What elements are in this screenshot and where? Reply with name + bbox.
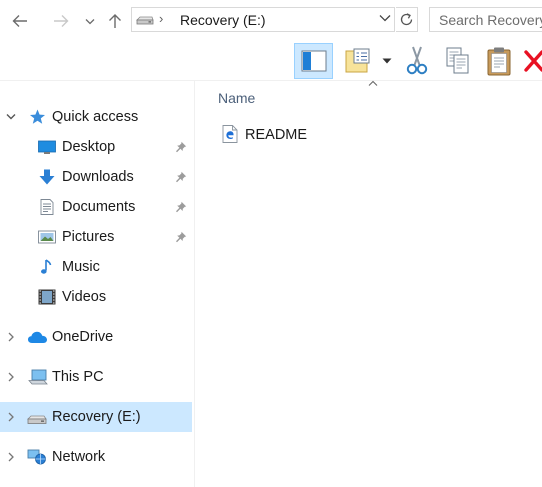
refresh-icon	[400, 13, 413, 26]
chevron-right-icon[interactable]	[5, 370, 17, 384]
copy-icon	[446, 47, 469, 74]
pin-icon[interactable]	[175, 231, 187, 243]
address-bar[interactable]: › Recovery (E:)	[131, 7, 395, 32]
drive-icon	[136, 16, 154, 25]
nav-item-label: Quick access	[52, 109, 139, 125]
sort-ascending-icon	[368, 80, 378, 86]
chevron-expanded-icon[interactable]	[5, 110, 17, 124]
nav-item-this-pc[interactable]: This PC	[0, 362, 192, 392]
download-arrow-icon	[39, 169, 55, 185]
nav-item-label: Videos	[62, 289, 107, 305]
nav-item-label: Downloads	[62, 169, 134, 185]
file-item[interactable]: README	[218, 120, 418, 150]
copy-button[interactable]	[442, 43, 474, 79]
pin-icon[interactable]	[175, 171, 187, 183]
nav-item-network[interactable]: Network	[0, 442, 192, 472]
delete-button[interactable]	[522, 43, 542, 79]
drive-icon	[27, 415, 47, 424]
pictures-icon	[38, 230, 56, 244]
pin-icon[interactable]	[175, 201, 187, 213]
back-button[interactable]	[8, 8, 32, 34]
film-strip-icon	[38, 289, 56, 305]
layout-options-button[interactable]	[342, 43, 374, 79]
nav-item-documents[interactable]: Documents	[0, 192, 192, 222]
nav-item-music[interactable]: Music	[0, 252, 192, 282]
refresh-button[interactable]	[396, 7, 418, 32]
nav-item-label: This PC	[52, 369, 104, 385]
nav-item-label: Music	[62, 259, 100, 275]
nav-item-desktop[interactable]: Desktop	[0, 132, 192, 162]
nav-item-label: Pictures	[62, 229, 115, 245]
computer-icon	[28, 369, 48, 385]
chevron-down-icon	[85, 18, 95, 24]
layout-dropdown-button[interactable]	[379, 43, 395, 79]
navigation-pane: Quick access Desktop Downloads Documents	[0, 81, 194, 487]
network-icon	[27, 449, 46, 465]
documents-icon	[40, 199, 54, 215]
search-box[interactable]	[429, 7, 542, 32]
nav-item-recovery-drive[interactable]: Recovery (E:)	[0, 402, 192, 432]
cloud-icon	[28, 331, 47, 343]
nav-item-label: Network	[52, 449, 106, 465]
nav-item-label: OneDrive	[52, 329, 114, 345]
clipboard-icon	[487, 47, 511, 76]
nav-item-label: Recovery (E:)	[52, 409, 141, 425]
forward-arrow-icon	[54, 15, 69, 27]
nav-item-label: Desktop	[62, 139, 116, 155]
star-icon	[30, 109, 45, 124]
music-note-icon	[41, 259, 52, 274]
nav-item-label: Documents	[62, 199, 136, 215]
desktop-icon	[38, 140, 56, 154]
delete-x-icon	[524, 50, 542, 72]
nav-item-onedrive[interactable]: OneDrive	[0, 322, 192, 352]
navigation-pane-button[interactable]	[294, 43, 333, 79]
up-button[interactable]	[104, 8, 126, 34]
address-dropdown-icon[interactable]	[379, 14, 391, 22]
file-name: README	[245, 127, 308, 143]
nav-item-videos[interactable]: Videos	[0, 282, 192, 312]
navigation-pane-icon	[301, 50, 326, 72]
breadcrumb-separator[interactable]: ›	[159, 11, 163, 26]
recent-locations-button[interactable]	[82, 8, 98, 34]
nav-item-downloads[interactable]: Downloads	[0, 162, 192, 192]
forward-button[interactable]	[49, 8, 73, 34]
cut-button[interactable]	[401, 43, 433, 79]
paste-button[interactable]	[483, 43, 515, 79]
edge-html-file-icon	[222, 125, 238, 143]
caret-down-icon	[382, 58, 392, 64]
nav-item-quick-access[interactable]: Quick access	[0, 102, 192, 132]
scissors-icon	[406, 46, 428, 75]
breadcrumb-current[interactable]: Recovery (E:)	[180, 12, 266, 28]
pin-icon[interactable]	[175, 141, 187, 153]
column-header-name[interactable]: Name	[218, 90, 255, 106]
chevron-right-icon[interactable]	[5, 410, 17, 424]
chevron-right-icon[interactable]	[5, 330, 17, 344]
nav-item-pictures[interactable]: Pictures	[0, 222, 192, 252]
search-input[interactable]	[430, 8, 542, 31]
pane-divider[interactable]	[194, 81, 195, 487]
layout-icon	[345, 48, 370, 73]
up-arrow-icon	[109, 14, 121, 28]
chevron-right-icon[interactable]	[5, 450, 17, 464]
back-arrow-icon	[12, 15, 27, 27]
